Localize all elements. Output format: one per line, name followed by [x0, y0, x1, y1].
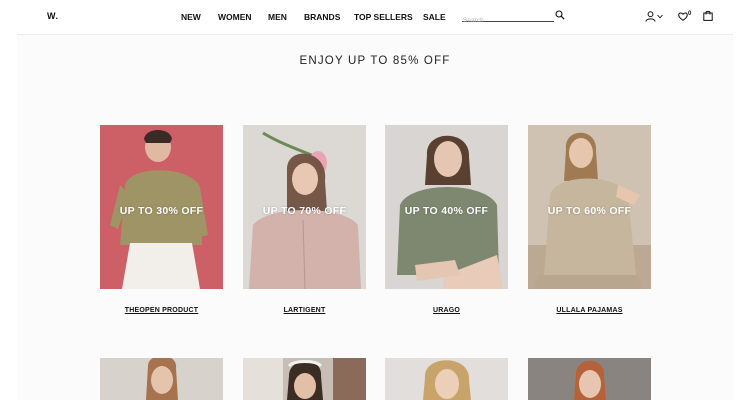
- product-card[interactable]: [100, 358, 223, 400]
- product-image[interactable]: [100, 358, 223, 400]
- nav-men[interactable]: MEN: [268, 12, 287, 22]
- product-image[interactable]: [243, 358, 366, 400]
- discount-label: UP TO 40% OFF: [404, 205, 489, 217]
- brand-link-urago[interactable]: URAGO: [385, 307, 508, 314]
- discount-label: UP TO 60% OFF: [547, 205, 632, 217]
- logo[interactable]: W.: [47, 11, 59, 21]
- product-card[interactable]: [528, 358, 651, 400]
- product-card[interactable]: [385, 358, 508, 400]
- brand-link-ullala-pajamas[interactable]: ULLALA PAJAMAS: [528, 307, 651, 314]
- promo-title: ENJOY UP TO 85% OFF: [299, 55, 451, 67]
- brand-link-lartigent[interactable]: LARTIGENT: [243, 307, 366, 314]
- search-icon[interactable]: [555, 10, 565, 20]
- nav-top-sellers[interactable]: TOP SELLERS: [354, 12, 413, 22]
- product-card[interactable]: UP TO 70% OFF: [243, 125, 366, 289]
- nav-women[interactable]: WOMEN: [218, 12, 252, 22]
- user-icon[interactable]: [645, 11, 656, 22]
- chevron-down-icon[interactable]: [657, 14, 663, 19]
- product-card[interactable]: UP TO 30% OFF: [100, 125, 223, 289]
- product-image[interactable]: [528, 358, 651, 400]
- bag-icon[interactable]: [703, 10, 713, 21]
- discount-label: UP TO 70% OFF: [262, 205, 347, 217]
- search-input[interactable]: [462, 14, 550, 27]
- discount-label: UP TO 30% OFF: [119, 205, 204, 217]
- product-card[interactable]: UP TO 60% OFF: [528, 125, 651, 289]
- site-header: W. NEW WOMEN MEN BRANDS TOP SELLERS SALE…: [0, 0, 750, 34]
- brand-link-theopen-product[interactable]: THEOPEN PRODUCT: [100, 307, 223, 314]
- nav-new[interactable]: NEW: [181, 12, 201, 22]
- product-card[interactable]: [243, 358, 366, 400]
- search-field: [462, 9, 554, 27]
- heart-icon[interactable]: [678, 12, 688, 21]
- product-image[interactable]: [385, 358, 508, 400]
- nav-sale[interactable]: SALE: [423, 12, 446, 22]
- wishlist-count: 0: [688, 11, 692, 17]
- product-card[interactable]: UP TO 40% OFF: [385, 125, 508, 289]
- nav-brands[interactable]: BRANDS: [304, 12, 340, 22]
